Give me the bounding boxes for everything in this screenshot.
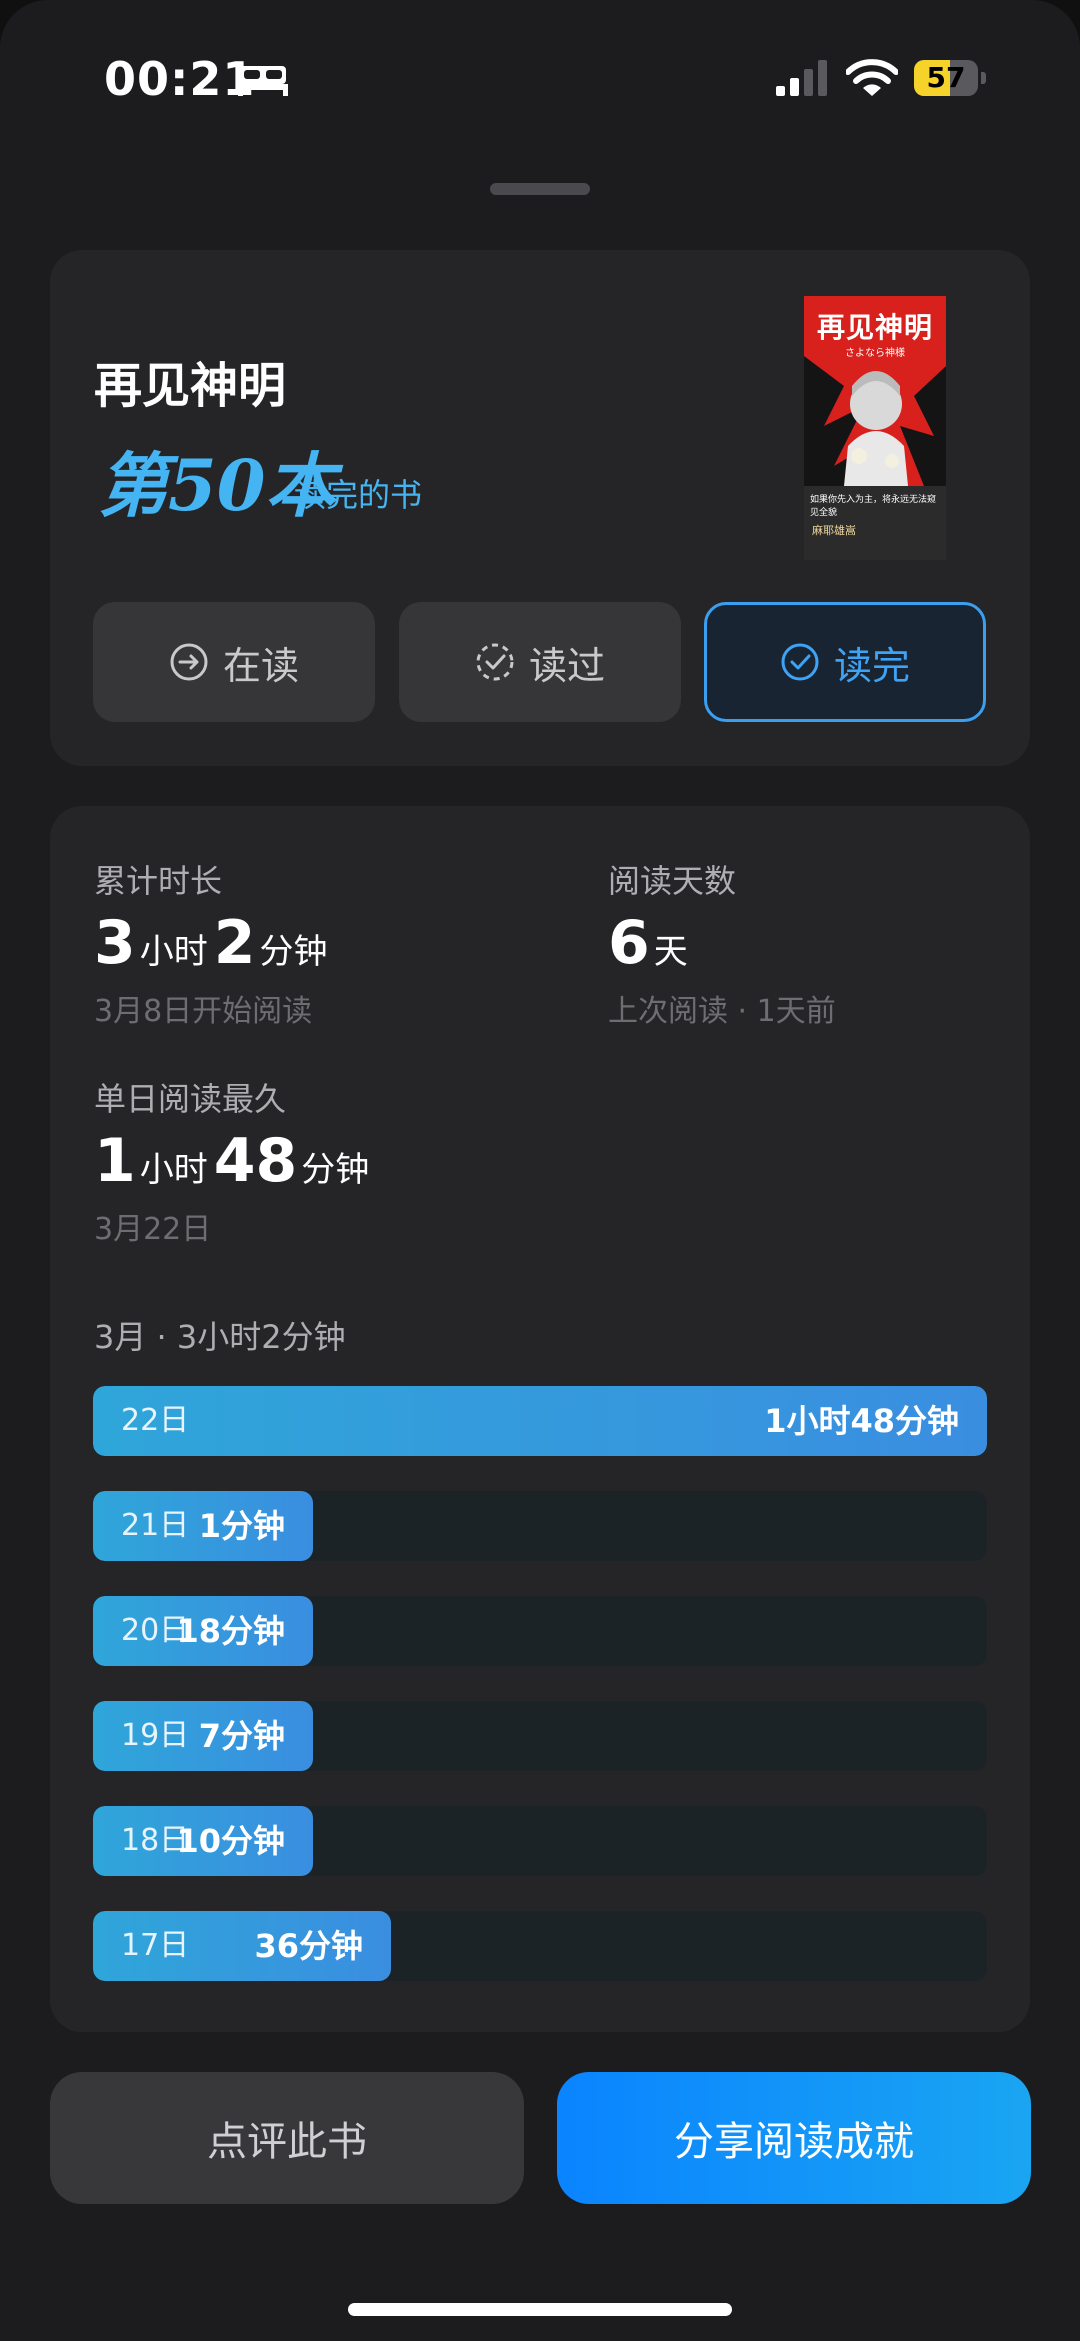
bar-track: 21日 1分钟 <box>93 1491 987 1561</box>
longest-day-label: 单日阅读最久 <box>94 1080 287 1118</box>
total-time-label: 累计时长 <box>94 862 223 900</box>
total-time-value: 3 小时 2 分钟 <box>94 908 328 978</box>
bar-value-label: 1小时48分钟 <box>764 1402 959 1440</box>
bottom-sheet: 00:21 57 再见神明 第50本 读完的书 再见神明 さよなら神様 如果你先… <box>0 0 1080 2341</box>
bar-day-label: 22日 <box>121 1403 190 1438</box>
bar-day-label: 17日 <box>121 1928 190 1963</box>
bar: 20日 18分钟 <box>93 1596 313 1666</box>
dashed-check-circle-icon <box>476 643 514 681</box>
book-ordinal-suffix: 读完的书 <box>294 476 423 514</box>
bar: 17日 36分钟 <box>93 1911 391 1981</box>
sheet-grabber[interactable] <box>490 183 590 195</box>
cover-tagline: 如果你先入为主，将永远无法窥见全貌 <box>810 495 937 518</box>
status-read-label: 读过 <box>528 643 605 688</box>
cover-title: 再见神明 <box>816 311 933 344</box>
bar-value-label: 10分钟 <box>176 1822 285 1860</box>
bar: 22日 1小时48分钟 <box>93 1386 987 1456</box>
bar-track: 17日 36分钟 <box>93 1911 987 1981</box>
status-finished-button[interactable]: 读完 <box>704 602 986 722</box>
arrow-circle-icon <box>170 643 208 681</box>
reading-days-label: 阅读天数 <box>608 862 737 900</box>
book-title: 再见神明 <box>94 358 287 414</box>
month-summary: 3月 · 3小时2分钟 <box>94 1318 346 1356</box>
bar-value-label: 36分钟 <box>254 1927 363 1965</box>
bar-value-label: 7分钟 <box>198 1717 285 1755</box>
longest-day-value: 1 小时 48 分钟 <box>94 1126 370 1196</box>
status-read-button[interactable]: 读过 <box>399 602 681 722</box>
battery-percent: 57 <box>926 61 966 94</box>
reading-stats-card: 累计时长 3 小时 2 分钟 3月8日开始阅读 阅读天数 6天 上次阅读 · 1天前 … <box>50 806 1030 2032</box>
wifi-icon <box>846 59 898 96</box>
home-indicator[interactable] <box>348 2303 732 2316</box>
last-read-text: 上次阅读 · 1天前 <box>608 994 836 1029</box>
check-circle-icon <box>781 643 819 681</box>
bar: 18日 10分钟 <box>93 1806 313 1876</box>
share-achievement-button[interactable]: 分享阅读成就 <box>557 2072 1031 2204</box>
book-card: 再见神明 第50本 读完的书 再见神明 さよなら神様 如果你先入为主，将永远无法… <box>50 250 1030 766</box>
status-reading-button[interactable]: 在读 <box>93 602 375 722</box>
review-book-button[interactable]: 点评此书 <box>50 2072 524 2204</box>
cover-subtitle: さよなら神様 <box>845 348 905 359</box>
bar-day-label: 19日 <box>121 1718 190 1753</box>
bar-value-label: 1分钟 <box>198 1507 285 1545</box>
reading-days-value: 6天 <box>608 908 688 978</box>
bar-track: 22日 1小时48分钟 <box>93 1386 987 1456</box>
bar: 21日 1分钟 <box>93 1491 313 1561</box>
sleep-mode-icon <box>238 66 288 96</box>
status-time: 00:21 <box>104 52 256 106</box>
battery-indicator: 57 <box>914 60 986 96</box>
cellular-signal-icon <box>776 60 827 96</box>
start-date-text: 3月8日开始阅读 <box>94 994 313 1029</box>
bar-track: 18日 10分钟 <box>93 1806 987 1876</box>
cover-author: 麻耶雄嵩 <box>812 524 856 537</box>
book-cover[interactable]: 再见神明 さよなら神様 如果你先入为主，将永远无法窥见全貌 麻耶雄嵩 <box>804 296 946 560</box>
status-finished-label: 读完 <box>833 643 910 688</box>
bar-day-label: 21日 <box>121 1508 190 1543</box>
bar-value-label: 18分钟 <box>176 1612 285 1650</box>
longest-day-date: 3月22日 <box>94 1212 212 1247</box>
bar-track: 19日 7分钟 <box>93 1701 987 1771</box>
status-reading-label: 在读 <box>222 643 299 688</box>
bar: 19日 7分钟 <box>93 1701 313 1771</box>
bar-track: 20日 18分钟 <box>93 1596 987 1666</box>
